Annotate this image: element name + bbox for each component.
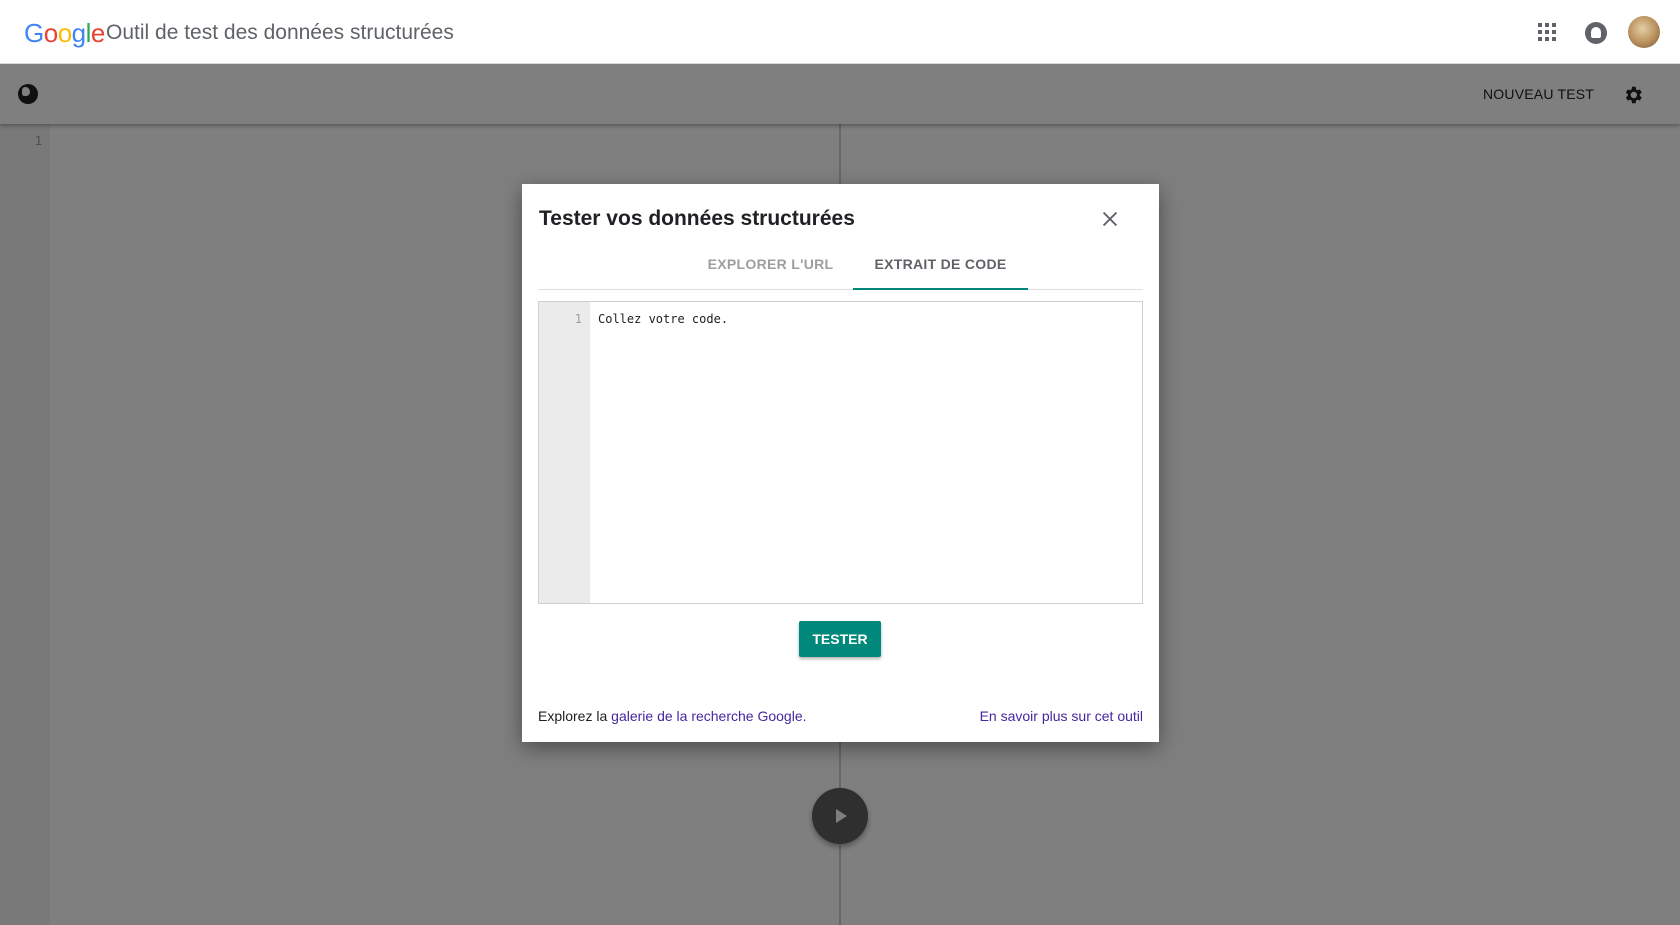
gallery-link[interactable]: galerie de la recherche Google.	[611, 708, 806, 724]
apps-grid-icon[interactable]	[1538, 23, 1556, 41]
logo-letter: e	[90, 18, 105, 48]
code-gutter: 1	[539, 302, 590, 603]
logo-letter: o	[43, 18, 58, 48]
avatar[interactable]	[1628, 16, 1660, 48]
footer-prefix: Explorez la	[538, 708, 612, 724]
close-icon[interactable]	[1099, 208, 1121, 230]
tab-explore-url[interactable]: EXPLORER L'URL	[688, 250, 853, 290]
google-logo[interactable]: Google	[24, 18, 105, 49]
code-placeholder[interactable]: Collez votre code.	[598, 312, 728, 326]
app-title: Outil de test des données structurées	[106, 21, 454, 44]
footer-gallery-text: Explorez la galerie de la recherche Goog…	[538, 708, 807, 724]
tester-button[interactable]: TESTER	[799, 621, 881, 657]
code-editor[interactable]: 1 Collez votre code.	[538, 301, 1143, 604]
app-bar: Google Outil de test des données structu…	[0, 0, 1680, 64]
logo-letter: G	[24, 18, 44, 48]
code-line-number: 1	[574, 312, 582, 326]
logo-letter: g	[71, 18, 86, 48]
tab-code-snippet[interactable]: EXTRAIT DE CODE	[853, 250, 1028, 290]
test-dialog: Tester vos données structurées EXPLORER …	[522, 184, 1159, 742]
logo-letter: o	[57, 18, 72, 48]
learn-more-link[interactable]: En savoir plus sur cet outil	[980, 708, 1143, 724]
notifications-icon[interactable]	[1585, 22, 1607, 44]
dialog-tabs: EXPLORER L'URL EXTRAIT DE CODE	[538, 250, 1143, 290]
dialog-title: Tester vos données structurées	[539, 207, 855, 230]
